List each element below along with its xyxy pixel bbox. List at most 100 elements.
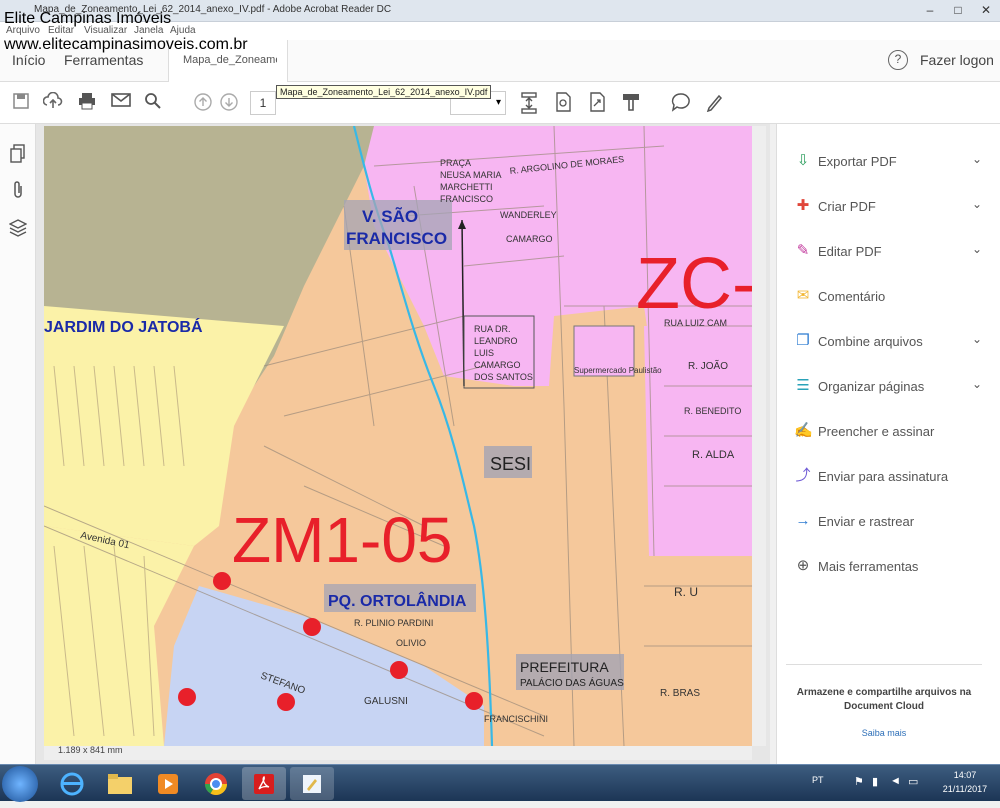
street-label: RUA LUIZ CAM [664,318,727,328]
document-cloud-promo: Armazene e compartilhe arquivos na Docum… [786,686,982,714]
flag-icon[interactable]: ⚑ [854,775,864,788]
tool-item-label: Editar PDF [818,244,882,259]
chevron-down-icon[interactable]: ⌄ [972,377,982,391]
close-window-button[interactable]: ✕ [972,0,1000,20]
windows-taskbar: PT ⚑ ▮ ◄ ▭ 14:07 21/11/2017 [0,764,1000,802]
label-rua-dr: LUIS [474,348,494,358]
page-number-input[interactable]: 1 [250,91,276,115]
fill-sign-icon: ✍ [794,422,813,439]
tool-item-export-pdf[interactable]: ⇩ Exportar PDF ⌄ [794,150,994,174]
chevron-down-icon[interactable]: ⌄ [972,152,982,166]
label-praca: PRAÇA [440,158,471,168]
tool-item-comment[interactable]: ✉ Comentário [794,285,994,309]
draw-pen-icon[interactable] [704,92,726,114]
tool-item-label: Exportar PDF [818,154,897,169]
ie-taskbar-icon[interactable] [50,767,94,800]
system-tray: PT ⚑ ▮ ◄ ▭ 14:07 21/11/2017 [806,765,1000,802]
search-icon[interactable] [142,92,164,114]
chevron-down-icon: ▾ [495,97,501,108]
tool-item-send-track[interactable]: → Enviar e rastrear [794,510,994,534]
acrobat-taskbar-icon[interactable] [242,767,286,800]
chevron-down-icon[interactable]: ⌄ [972,332,982,346]
volume-icon[interactable]: ◄ [890,775,901,787]
chrome-taskbar-icon[interactable] [194,767,238,800]
label-vila-sao-francisco-1: V. SÃO [362,206,418,226]
tool-item-label: Comentário [818,289,886,304]
tool-item-send-signature[interactable]: ⤴ Enviar para assinatura [794,465,994,489]
street-label: R. JOÃO [688,359,728,372]
highlight-tool-icon[interactable] [620,92,642,114]
zoning-map[interactable]: ZM1-05 ZC- V. SÃO FRANCISCO JARDIM DO JA… [44,126,752,746]
page-thumbnails-icon[interactable] [8,144,28,164]
minimize-button[interactable]: – [916,0,944,20]
comment-tool-icon[interactable] [670,92,692,114]
label-rua-dr: LEANDRO [474,336,518,346]
print-icon[interactable] [76,92,98,114]
send-track-icon: → [795,512,811,529]
chevron-down-icon[interactable]: ⌄ [972,242,982,256]
mail-icon[interactable] [110,92,132,114]
battery-icon[interactable]: ▭ [908,775,918,788]
maximize-button[interactable]: □ [944,0,972,20]
next-page-icon[interactable] [218,92,240,114]
paint-taskbar-icon[interactable] [290,767,334,800]
tool-item-edit-pdf[interactable]: ✎ Editar PDF ⌄ [794,240,994,264]
layers-icon[interactable] [8,218,28,238]
left-navigation-rail [0,124,36,764]
export-pdf-icon: ⇩ [796,152,810,169]
vertical-scrollbar[interactable] [752,126,766,746]
explorer-taskbar-icon[interactable] [98,767,142,800]
tool-item-combine-files[interactable]: ❐ Combine arquivos ⌄ [794,330,994,354]
tool-item-label: Criar PDF [818,199,876,214]
language-indicator[interactable]: PT [812,775,824,785]
tool-item-label: Enviar e rastrear [818,514,915,529]
tooltip: Mapa_de_Zoneamento_Lei_62_2014_anexo_IV.… [276,85,492,99]
upload-cloud-icon[interactable] [42,91,64,114]
street-label: R. U [674,585,698,599]
tool-item-organize-pages[interactable]: ☰ Organizar páginas ⌄ [794,375,994,399]
label-jardim-jatoba: JARDIM DO JATOBÁ [44,317,203,336]
label-sesi: SESI [490,454,531,474]
promo-text: Document Cloud [844,701,924,712]
tool-item-label: Organizar páginas [818,379,925,394]
login-button[interactable]: Fazer logon [920,52,994,68]
tool-item-more-tools[interactable]: ⊕ Mais ferramentas [794,555,994,579]
fit-width-icon[interactable] [518,92,540,114]
attachments-icon[interactable] [8,180,28,200]
divider [786,664,982,665]
street-label: R. BRAS [660,688,700,699]
fit-page-icon[interactable] [586,92,608,114]
network-icon[interactable]: ▮ [872,775,878,788]
label-supermarket: Supermercado Paulistão [574,366,662,375]
street-label: FRANCISCHINI [484,714,548,724]
tool-item-fill-sign[interactable]: ✍ Preencher e assinar [794,420,994,444]
start-button[interactable] [2,766,38,802]
comment-icon: ✉ [796,287,810,304]
label-rua-dr: DOS SANTOS [474,372,533,382]
previous-page-icon[interactable] [192,92,214,114]
chevron-down-icon[interactable]: ⌄ [972,197,982,211]
street-label: R. BENEDITO [684,406,741,416]
zone-label-zm: ZM1-05 [232,504,453,576]
promo-text: Armazene e compartilhe arquivos na [796,687,972,698]
clock-time: 14:07 [953,770,977,780]
clock[interactable]: 14:07 21/11/2017 [930,768,1000,796]
label-prefeitura: PREFEITURA [520,659,609,675]
menu-ajuda[interactable]: Ajuda [170,25,196,36]
horizontal-scrollbar[interactable] [44,746,752,760]
rotate-page-icon[interactable] [552,92,574,114]
tab-home[interactable]: Início [12,52,45,68]
learn-more-link[interactable]: Saiba mais [786,728,982,738]
toolbar: 1 ▾ [0,82,1000,124]
tool-item-create-pdf[interactable]: ✚ Criar PDF ⌄ [794,195,994,219]
save-icon[interactable] [10,92,32,114]
watermark-url: www.elitecampinasimoveis.com.br [4,36,248,53]
send-signature-icon: ⤴ [795,467,811,484]
media-player-taskbar-icon[interactable] [146,767,190,800]
tool-item-label: Preencher e assinar [818,424,935,439]
combine-files-icon: ❐ [796,332,810,349]
page-size-indicator: 1.189 x 841 mm [58,745,123,755]
help-button[interactable]: ? [888,50,908,70]
tab-tools[interactable]: Ferramentas [64,52,143,68]
street-label: OLIVIO [396,638,426,648]
